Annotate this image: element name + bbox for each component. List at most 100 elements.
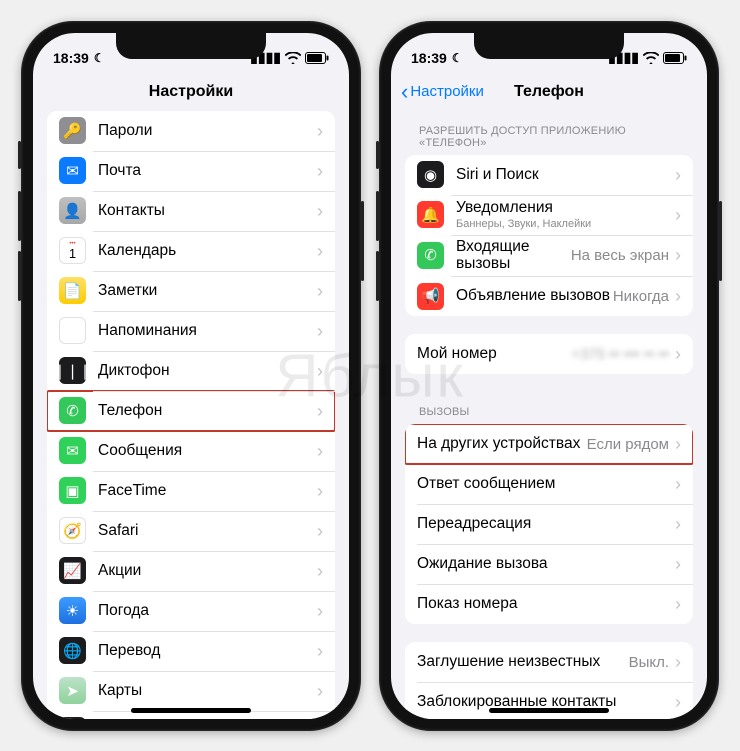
row-detail: Никогда — [613, 288, 669, 305]
settings-row-reminders[interactable]: ☰ Напоминания › — [47, 311, 335, 351]
phone-left: 18:39 ☾ ▮▮▮▮ Настройки 🔑 Пароли › ✉︎ Поч… — [21, 21, 361, 731]
chevron-right-icon: › — [675, 693, 681, 711]
dnd-icon: ☾ — [452, 51, 463, 65]
row-label: Safari — [98, 522, 317, 540]
row-label: Календарь — [98, 242, 317, 260]
reminders-icon: ☰ — [59, 317, 86, 344]
row-incoming[interactable]: ✆ Входящие вызовы На весь экран › — [405, 235, 693, 277]
chevron-right-icon: › — [675, 435, 681, 453]
settings-row-passwords[interactable]: 🔑 Пароли › — [47, 111, 335, 151]
chevron-right-icon: › — [317, 322, 323, 340]
row-label: Почта — [98, 162, 317, 180]
chevron-right-icon: › — [317, 162, 323, 180]
notes-icon: 📄 — [59, 277, 86, 304]
row-silence[interactable]: Заглушение неизвестных Выкл. › — [405, 642, 693, 682]
nav-header-right: ‹ Настройки Телефон — [391, 73, 707, 111]
row-callerid[interactable]: Показ номера › — [405, 584, 693, 624]
maps-icon: ➤ — [59, 677, 86, 704]
row-siri[interactable]: ◉ Siri и Поиск › — [405, 155, 693, 195]
settings-row-calendar[interactable]: •••1 Календарь › — [47, 231, 335, 271]
status-time: 18:39 — [411, 50, 447, 66]
row-label: Погода — [98, 602, 317, 620]
chevron-right-icon: › — [675, 345, 681, 363]
settings-row-voice[interactable]: ❘❘❘ Диктофон › — [47, 351, 335, 391]
dnd-icon: ☾ — [94, 51, 105, 65]
announce-icon: 📢 — [417, 283, 444, 310]
row-other-devices[interactable]: На других устройствах Если рядом › — [405, 424, 693, 464]
left-content[interactable]: 🔑 Пароли › ✉︎ Почта › 👤 Контакты › •••1 … — [33, 111, 349, 719]
translate-icon: 🌐 — [59, 637, 86, 664]
row-waiting[interactable]: Ожидание вызова › — [405, 544, 693, 584]
chevron-left-icon: ‹ — [401, 81, 408, 103]
row-label: Заглушение неизвестных — [417, 653, 629, 671]
row-label: Перевод — [98, 642, 317, 660]
compass-icon: ✦ — [59, 717, 86, 719]
stocks-icon: 📈 — [59, 557, 86, 584]
row-label: Объявление вызовов — [456, 287, 613, 305]
row-mynumber[interactable]: Мой номер +375 •• ••• •• •• › — [405, 334, 693, 374]
row-announce[interactable]: 📢 Объявление вызовов Никогда › — [405, 276, 693, 316]
settings-row-phone[interactable]: ✆ Телефон › — [47, 391, 335, 431]
row-label: FaceTime — [98, 482, 317, 500]
section-header-calls: ВЫЗОВЫ — [405, 392, 693, 424]
settings-row-facetime[interactable]: ▣ FaceTime › — [47, 471, 335, 511]
notch — [116, 33, 266, 59]
chevron-right-icon: › — [317, 642, 323, 660]
row-label: Заметки — [98, 282, 317, 300]
row-label: Телефон — [98, 402, 317, 420]
phone-right: 18:39 ☾ ▮▮▮▮ ‹ Настройки Телефон РАЗРЕШИ… — [379, 21, 719, 731]
row-detail: Если рядом — [587, 436, 669, 453]
calendar-icon: •••1 — [59, 237, 86, 264]
status-time: 18:39 — [53, 50, 89, 66]
row-label: Входящие вызовы — [456, 238, 571, 274]
chevron-right-icon: › — [317, 362, 323, 380]
notif-icon: 🔔 — [417, 201, 444, 228]
home-indicator[interactable] — [489, 708, 609, 713]
chevron-right-icon: › — [317, 562, 323, 580]
row-notif[interactable]: 🔔 Уведомления Баннеры, Звуки, Наклейки › — [405, 195, 693, 235]
right-content[interactable]: РАЗРЕШИТЬ ДОСТУП ПРИЛОЖЕНИЮ «ТЕЛЕФОН» ◉ … — [391, 111, 707, 719]
notch — [474, 33, 624, 59]
settings-row-messages[interactable]: ✉︎ Сообщения › — [47, 431, 335, 471]
safari-icon: 🧭 — [59, 517, 86, 544]
mail-icon: ✉︎ — [59, 157, 86, 184]
section-header: РАЗРЕШИТЬ ДОСТУП ПРИЛОЖЕНИЮ «ТЕЛЕФОН» — [405, 111, 693, 155]
settings-row-translate[interactable]: 🌐 Перевод › — [47, 631, 335, 671]
row-detail: +375 •• ••• •• •• — [571, 346, 669, 363]
chevron-right-icon: › — [675, 246, 681, 264]
row-label: Показ номера — [417, 595, 675, 613]
siri-icon: ◉ — [417, 161, 444, 188]
home-indicator[interactable] — [131, 708, 251, 713]
contacts-icon: 👤 — [59, 197, 86, 224]
chevron-right-icon: › — [675, 555, 681, 573]
settings-row-maps[interactable]: ➤ Карты › — [47, 671, 335, 711]
back-label: Настройки — [410, 83, 484, 100]
page-title: Телефон — [514, 83, 584, 101]
back-button[interactable]: ‹ Настройки — [401, 81, 484, 103]
settings-row-weather[interactable]: ☀︎ Погода › — [47, 591, 335, 631]
row-label: Сообщения — [98, 442, 317, 460]
page-title: Настройки — [149, 83, 233, 101]
chevron-right-icon: › — [317, 522, 323, 540]
row-label: Мой номер — [417, 345, 571, 363]
chevron-right-icon: › — [317, 402, 323, 420]
nav-header-left: Настройки — [33, 73, 349, 111]
battery-icon — [663, 52, 687, 64]
row-sublabel: Баннеры, Звуки, Наклейки — [456, 218, 675, 231]
wifi-icon — [643, 52, 659, 64]
settings-row-contacts[interactable]: 👤 Контакты › — [47, 191, 335, 231]
row-blocked[interactable]: Заблокированные контакты › — [405, 682, 693, 718]
settings-row-mail[interactable]: ✉︎ Почта › — [47, 151, 335, 191]
phone-icon: ✆ — [59, 397, 86, 424]
settings-row-stocks[interactable]: 📈 Акции › — [47, 551, 335, 591]
row-label: Акции — [98, 562, 317, 580]
row-detail: На весь экран — [571, 247, 669, 264]
messages-icon: ✉︎ — [59, 437, 86, 464]
row-reply[interactable]: Ответ сообщением › — [405, 464, 693, 504]
settings-row-safari[interactable]: 🧭 Safari › — [47, 511, 335, 551]
chevron-right-icon: › — [675, 166, 681, 184]
settings-row-notes[interactable]: 📄 Заметки › — [47, 271, 335, 311]
chevron-right-icon: › — [317, 202, 323, 220]
chevron-right-icon: › — [317, 282, 323, 300]
row-forward[interactable]: Переадресация › — [405, 504, 693, 544]
